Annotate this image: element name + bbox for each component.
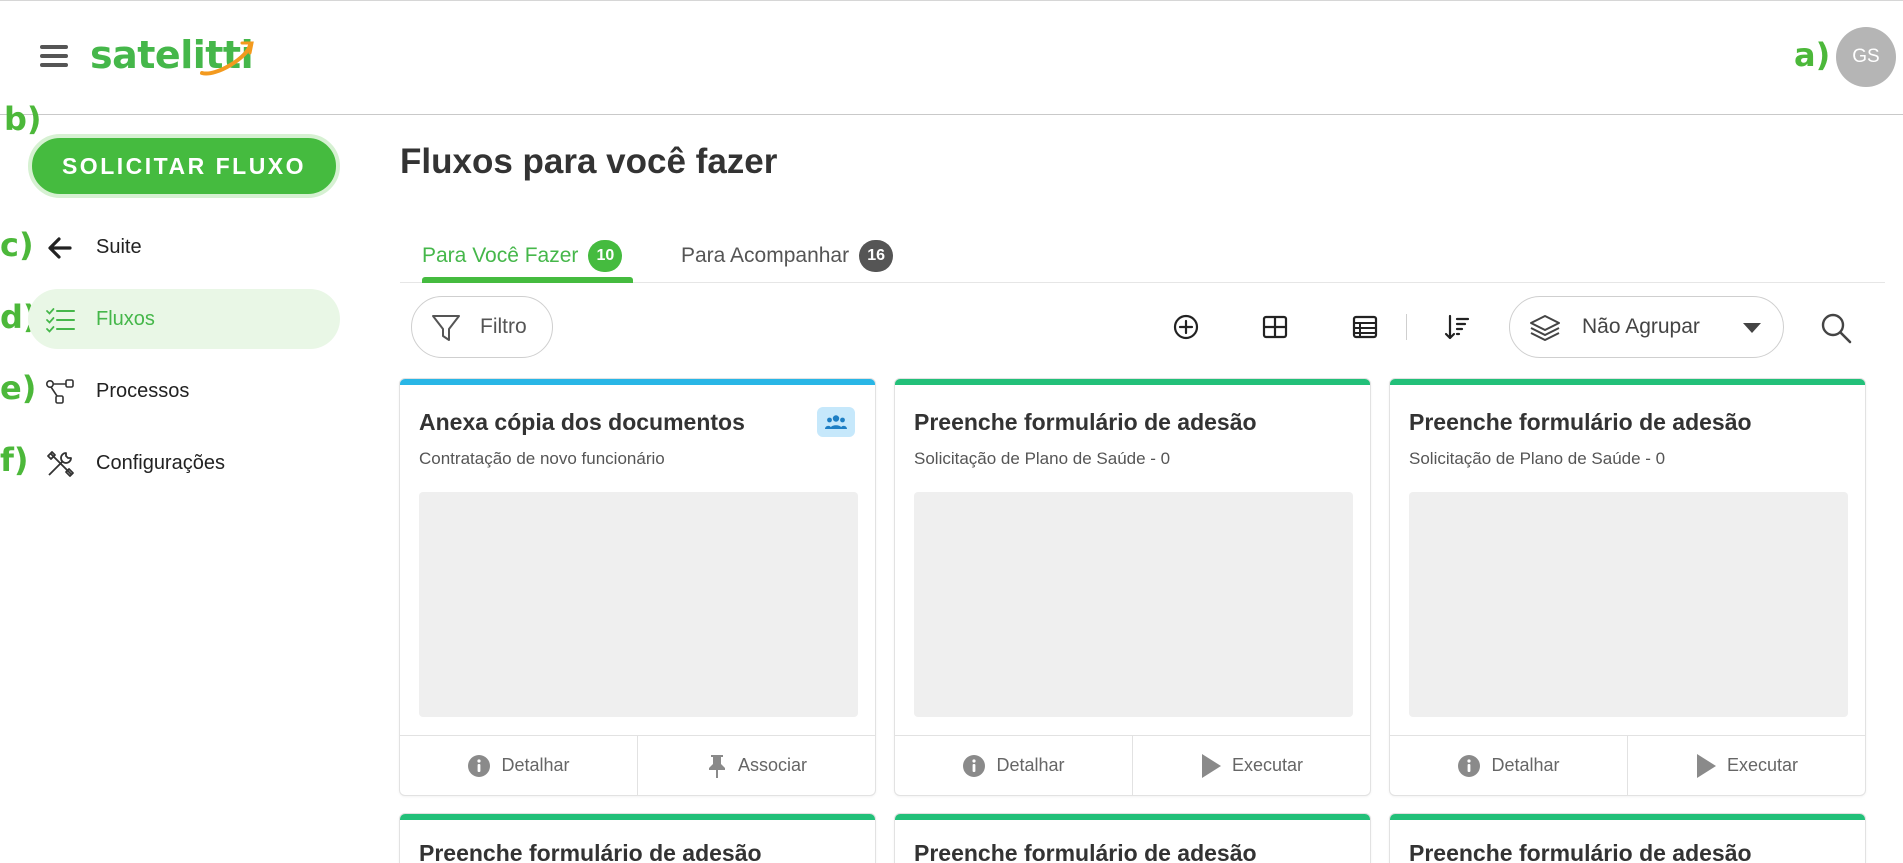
logo-orbit-icon xyxy=(200,41,254,76)
card-accent-bar xyxy=(895,379,1370,385)
sidebar-item-processos[interactable]: Processos xyxy=(28,361,340,421)
sidebar-item-configuracoes[interactable]: Configurações xyxy=(28,433,340,493)
tools-icon xyxy=(47,451,74,477)
tab-bar: Para Você Fazer 10 Para Acompanhar 16 xyxy=(400,228,1885,283)
sidebar-item-label: Configurações xyxy=(96,451,225,474)
card-title: Preenche formulário de adesão xyxy=(914,409,1257,435)
tab-para-acompanhar[interactable]: Para Acompanhar 16 xyxy=(681,228,894,283)
search-icon[interactable] xyxy=(1818,310,1854,346)
group-by-value: Não Agrupar xyxy=(1582,315,1700,338)
executar-label: Executar xyxy=(1726,755,1799,775)
card-accent-bar xyxy=(895,814,1370,820)
executar-label: Executar xyxy=(1231,755,1304,775)
pin-icon xyxy=(708,754,725,778)
card-title: Anexa cópia dos documentos xyxy=(419,409,745,435)
annotation-b: b) xyxy=(4,100,42,138)
executar-button[interactable]: Executar xyxy=(1132,736,1370,795)
annotation-f: f) xyxy=(0,441,29,479)
card-subtitle: Solicitação de Plano de Saúde - 0 xyxy=(914,449,1171,468)
solicitar-fluxo-button[interactable]: SOLICITAR FLUXO xyxy=(28,134,340,198)
task-card[interactable]: Preenche formulário de adesão xyxy=(894,813,1371,863)
card-footer: Detalhar Executar xyxy=(1390,735,1865,795)
annotation-a: a) xyxy=(1794,36,1831,74)
card-title: Preenche formulário de adesão xyxy=(1409,840,1752,863)
active-tab-indicator xyxy=(422,277,633,283)
info-icon xyxy=(1458,754,1481,777)
tab-count-badge: 10 xyxy=(588,239,623,272)
tab-count-badge: 16 xyxy=(859,239,894,272)
sidebar-item-fluxos[interactable]: Fluxos xyxy=(28,289,340,349)
layers-icon xyxy=(1530,315,1560,341)
group-by-select[interactable]: Não Agrupar xyxy=(1509,296,1784,358)
page-title: Fluxos para você fazer xyxy=(400,142,778,181)
user-avatar[interactable]: GS xyxy=(1836,27,1896,87)
menu-icon[interactable] xyxy=(40,45,68,71)
executar-button[interactable]: Executar xyxy=(1627,736,1865,795)
detalhar-label: Detalhar xyxy=(501,755,570,775)
card-title: Preenche formulário de adesão xyxy=(914,840,1257,863)
card-footer: Detalhar Executar xyxy=(895,735,1370,795)
card-accent-bar xyxy=(1390,379,1865,385)
app-header: satelitti GS xyxy=(0,1,1903,115)
task-card[interactable]: Preenche formulário de adesão Solicitaçã… xyxy=(1389,378,1866,796)
checklist-icon xyxy=(46,308,75,333)
info-icon xyxy=(963,754,986,777)
sidebar-item-suite[interactable]: Suite xyxy=(28,217,340,277)
card-preview xyxy=(914,492,1353,717)
filter-button[interactable]: Filtro xyxy=(411,296,553,358)
task-card[interactable]: Preenche formulário de adesão Solicitaçã… xyxy=(894,378,1371,796)
group-icon xyxy=(817,407,855,437)
card-title: Preenche formulário de adesão xyxy=(1409,409,1752,435)
process-nodes-icon xyxy=(45,379,74,404)
detalhar-button[interactable]: Detalhar xyxy=(1390,736,1627,795)
tab-label: Para Você Fazer xyxy=(422,243,579,267)
arrow-left-icon xyxy=(48,237,72,259)
toolbar-divider xyxy=(1406,314,1407,340)
play-icon xyxy=(1201,753,1221,778)
card-preview xyxy=(419,492,858,717)
sort-icon[interactable] xyxy=(1441,311,1473,343)
detalhar-label: Detalhar xyxy=(996,755,1065,775)
info-icon xyxy=(468,754,491,777)
task-card[interactable]: Anexa cópia dos documentos Contratação d… xyxy=(399,378,876,796)
card-subtitle: Solicitação de Plano de Saúde - 0 xyxy=(1409,449,1666,468)
task-card[interactable]: Preenche formulário de adesão xyxy=(399,813,876,863)
card-subtitle: Contratação de novo funcionário xyxy=(419,449,665,468)
grid-view-icon[interactable] xyxy=(1259,311,1291,343)
card-accent-bar xyxy=(1390,814,1865,820)
filter-label: Filtro xyxy=(480,315,527,338)
filter-icon xyxy=(432,315,460,341)
add-circle-icon[interactable] xyxy=(1170,311,1202,343)
card-accent-bar xyxy=(400,379,875,385)
play-icon xyxy=(1696,753,1716,778)
sidebar-item-label: Suite xyxy=(96,235,142,258)
detalhar-label: Detalhar xyxy=(1491,755,1560,775)
tab-label: Para Acompanhar xyxy=(681,243,850,267)
sidebar-item-label: Processos xyxy=(96,379,190,402)
sidebar-item-label: Fluxos xyxy=(96,307,155,330)
card-title: Preenche formulário de adesão xyxy=(419,840,762,863)
associar-button[interactable]: Associar xyxy=(637,736,875,795)
detalhar-button[interactable]: Detalhar xyxy=(400,736,637,795)
card-preview xyxy=(1409,492,1848,717)
table-view-icon[interactable] xyxy=(1349,311,1381,343)
satelitti-logo[interactable]: satelitti xyxy=(90,31,254,81)
tab-para-voce-fazer[interactable]: Para Você Fazer 10 xyxy=(422,228,623,283)
detalhar-button[interactable]: Detalhar xyxy=(895,736,1132,795)
associar-label: Associar xyxy=(737,755,808,775)
card-accent-bar xyxy=(400,814,875,820)
chevron-down-icon xyxy=(1743,323,1761,333)
card-footer: Detalhar Associar xyxy=(400,735,875,795)
task-card[interactable]: Preenche formulário de adesão xyxy=(1389,813,1866,863)
